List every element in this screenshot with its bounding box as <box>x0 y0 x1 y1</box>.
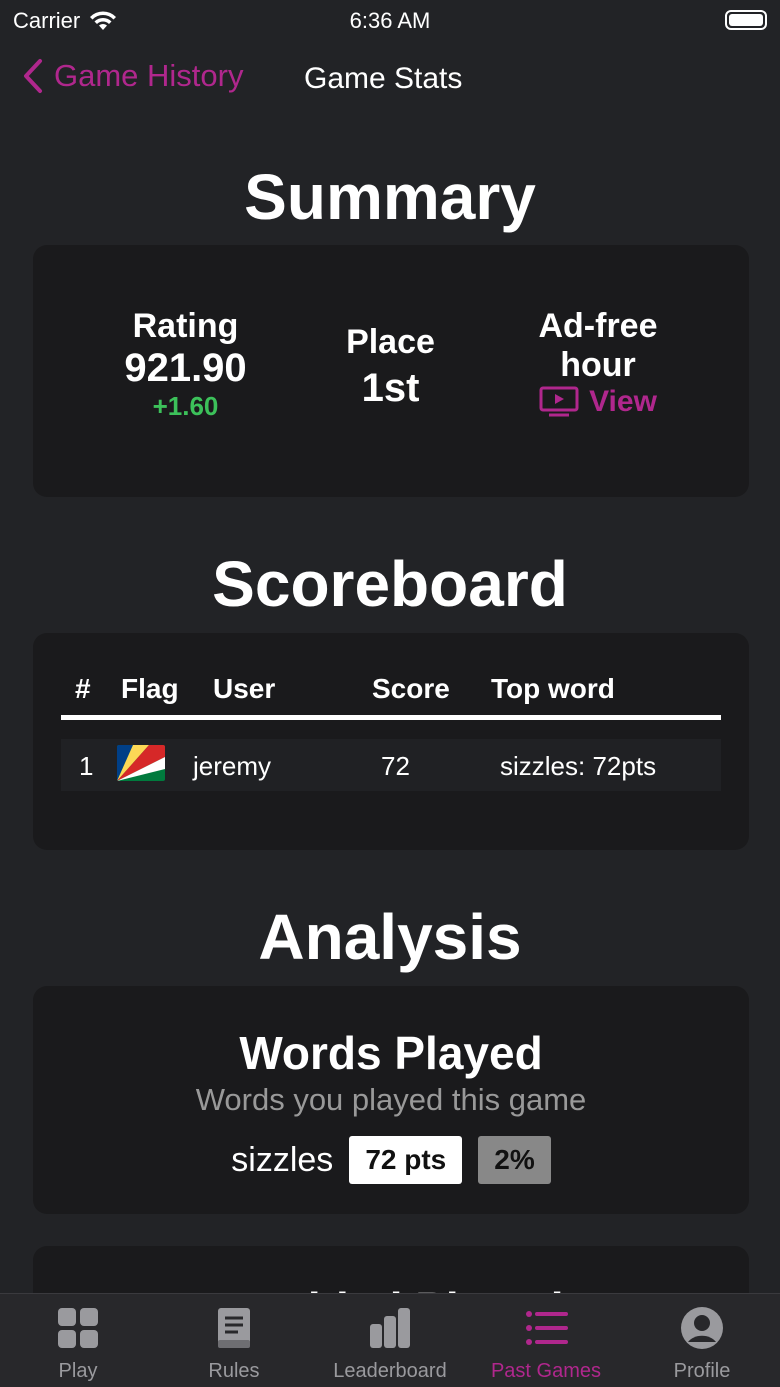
tab-profile[interactable]: Profile <box>624 1294 780 1387</box>
col-user-header: User <box>213 673 276 704</box>
chevron-left-icon <box>24 59 42 93</box>
scoreboard-heading: Scoreboard <box>212 548 568 620</box>
place-label: Place <box>346 323 435 361</box>
adfree-label-line1: Ad-free <box>538 307 658 345</box>
back-button[interactable]: Game History <box>22 58 243 94</box>
view-ad-button[interactable]: View <box>539 385 657 419</box>
word-points-badge: 72 pts <box>349 1136 463 1184</box>
seychelles-flag-icon <box>117 745 165 781</box>
scoreboard-header: # Flag User Score Top word <box>61 673 721 713</box>
back-button-label: Game History <box>54 58 244 93</box>
row-user: jeremy <box>193 751 272 781</box>
row-rank: 1 <box>79 751 94 781</box>
words-played-subtitle: Words you played this game <box>195 1082 587 1117</box>
col-rank-header: # <box>75 673 91 704</box>
tab-rules-label: Rules <box>208 1360 260 1382</box>
battery-icon <box>725 10 767 30</box>
tab-leaderboard[interactable]: Leaderboard <box>312 1294 468 1387</box>
tab-profile-label: Profile <box>673 1360 731 1382</box>
table-row[interactable]: 1 jeremy 72 sizzles: 72pts <box>61 739 721 791</box>
word-entry: sizzles 72 pts 2% <box>33 1136 749 1184</box>
page-title: Game Stats <box>304 62 463 95</box>
word-text: sizzles <box>231 1140 334 1179</box>
video-play-icon <box>539 386 579 417</box>
place-value: 1st <box>361 366 420 410</box>
row-topword: sizzles: 72pts <box>500 751 657 781</box>
row-score: 72 <box>381 751 410 781</box>
summary-card: Rating 921.90 +1.60 Place 1st Ad-free ho… <box>33 245 749 497</box>
words-played-card: Words Played Words you played this game … <box>33 986 749 1214</box>
next-card-title: Doubled Played <box>33 1282 749 1293</box>
navigation-bar: Game History Game Stats <box>0 50 780 110</box>
word-percent-badge: 2% <box>478 1136 551 1184</box>
view-label: View <box>589 385 657 418</box>
status-bar: Carrier 6:36 AM <box>0 0 780 40</box>
scoreboard-card: # Flag User Score Top word 1 jeremy 72 s… <box>33 633 749 850</box>
tab-leaderboard-label: Leaderboard <box>333 1360 447 1382</box>
grid-icon <box>58 1308 98 1348</box>
words-played-title: Words Played <box>239 1027 543 1079</box>
rating-delta: +1.60 <box>152 391 219 421</box>
rating-value: 921.90 <box>124 346 247 390</box>
person-icon <box>681 1307 723 1349</box>
book-icon <box>218 1308 250 1348</box>
rating-stat: Rating 921.90 +1.60 <box>93 307 278 422</box>
tab-past-games[interactable]: Past Games <box>468 1294 624 1387</box>
tab-past-games-label: Past Games <box>490 1360 602 1382</box>
tab-bar: Play Rules Leaderboard Past Games Profil… <box>0 1293 780 1387</box>
list-icon <box>526 1311 568 1345</box>
place-stat: Place 1st <box>308 323 473 411</box>
scroll-content[interactable]: Summary Rating 921.90 +1.60 Place 1st Ad… <box>0 110 780 1293</box>
tab-play-label: Play <box>58 1360 98 1382</box>
col-score-header: Score <box>372 673 450 704</box>
col-topword-header: Top word <box>491 673 615 704</box>
next-analysis-card: Doubled Played <box>33 1246 749 1293</box>
analysis-heading: Analysis <box>258 901 522 973</box>
tab-rules[interactable]: Rules <box>156 1294 312 1387</box>
adfree-stat: Ad-free hour View <box>503 307 693 423</box>
bar-chart-icon <box>370 1308 410 1348</box>
col-flag-header: Flag <box>121 673 179 704</box>
tab-play[interactable]: Play <box>0 1294 156 1387</box>
summary-heading: Summary <box>244 161 536 233</box>
scoreboard-divider <box>61 715 721 720</box>
adfree-label-line2: hour <box>560 346 636 384</box>
status-time: 6:36 AM <box>349 8 431 33</box>
rating-label: Rating <box>132 307 239 345</box>
